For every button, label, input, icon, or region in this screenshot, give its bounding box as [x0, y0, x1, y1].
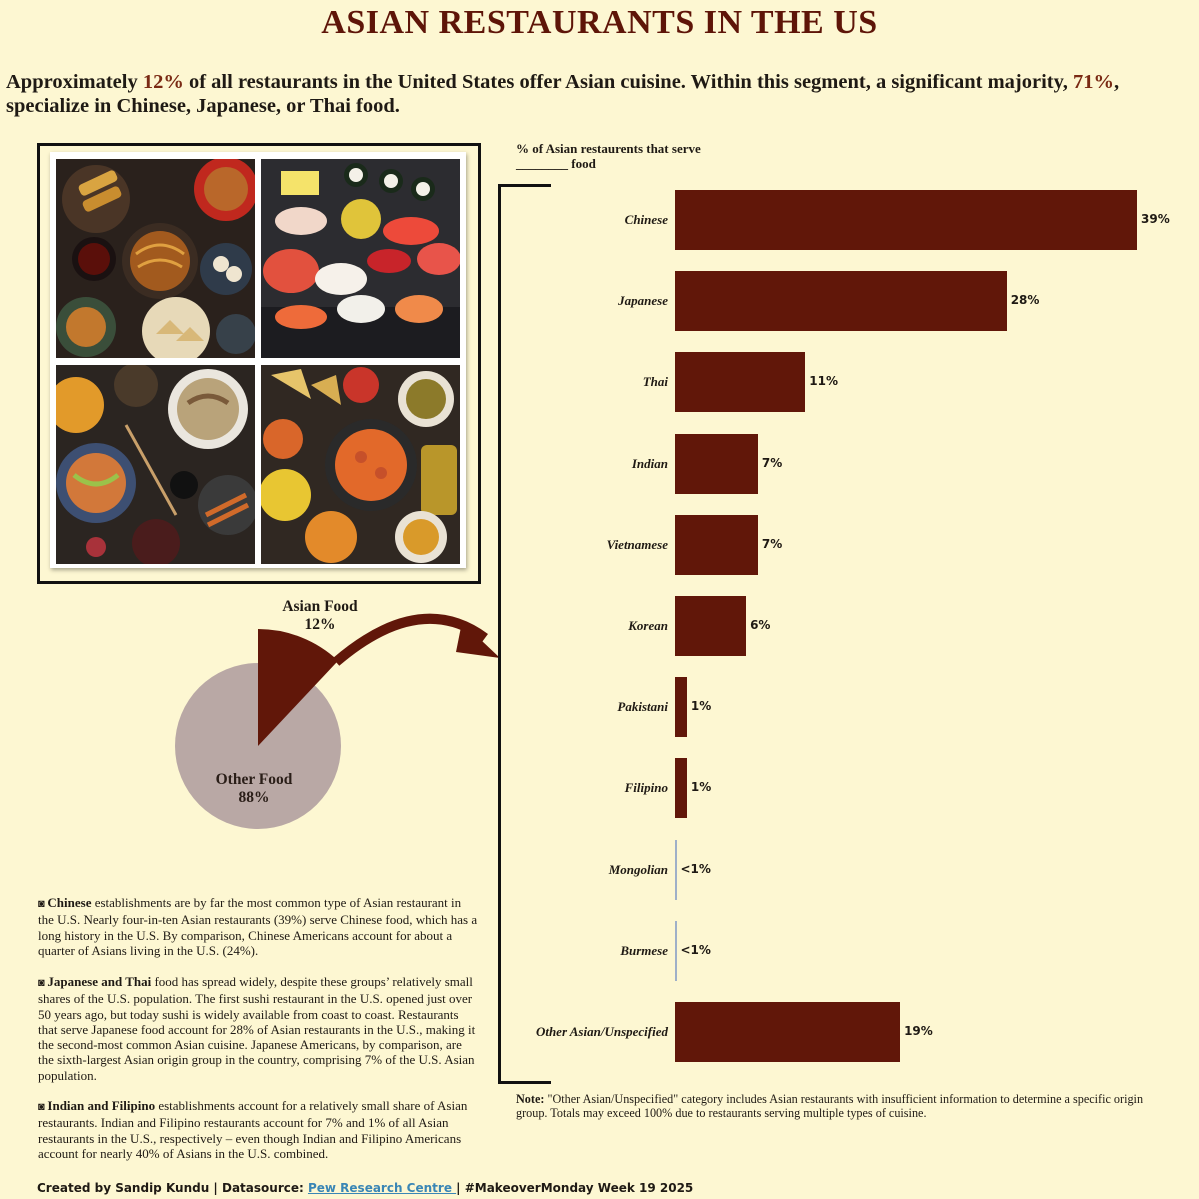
bar-japanese: [675, 271, 1007, 332]
bullet-icon: ◙: [38, 1101, 48, 1113]
paragraph-indian-filipino: ◙ Indian and Filipino establishments acc…: [38, 1098, 478, 1161]
bar-value-label: 7%: [761, 455, 783, 470]
note-text: "Other Asian/Unspecified" category inclu…: [516, 1092, 1144, 1120]
bar-vietnamese: [675, 514, 758, 575]
paragraph-chinese-bold: Chinese: [47, 895, 92, 910]
sushi-photo: [261, 159, 460, 358]
bar-value-label: 1%: [690, 780, 712, 795]
subtitle-part-1: Approximately: [6, 71, 143, 93]
photo-collage-inner: [50, 152, 466, 568]
food-photo-collage: [37, 143, 481, 584]
page-title: ASIAN RESTAURANTS IN THE US: [321, 4, 878, 41]
bullet-icon: ◙: [38, 977, 48, 989]
bar-value-label: 11%: [809, 374, 839, 389]
paragraph-indian-filipino-bold: Indian and Filipino: [47, 1098, 156, 1113]
bar-filipino: [675, 758, 687, 819]
bar-value-label: <1%: [680, 942, 711, 957]
datasource-link[interactable]: Pew Research Centre: [308, 1181, 456, 1195]
bar-other-asian-unspecified: [675, 1002, 901, 1062]
chinese-food-photo: [56, 159, 255, 358]
footer-rest: | #MakeoverMonday Week 19 2025: [456, 1181, 694, 1195]
paragraph-chinese: ◙ Chinese establishments are by far the …: [38, 895, 478, 958]
bar-value-label: 7%: [761, 536, 783, 551]
bar-value-label: 6%: [750, 618, 771, 632]
thai-vietnamese-food-photo: [56, 365, 255, 564]
pie-label-other-value: 88%: [238, 789, 270, 806]
subtitle: Approximately 12% of all restaurants in …: [6, 70, 1196, 118]
bar-indian: [675, 433, 758, 494]
bar-value-label: 39%: [1141, 212, 1170, 226]
paragraph-japanese-thai-text: food has spread widely, despite these gr…: [38, 974, 476, 1083]
bar-korean: [675, 596, 747, 656]
paragraph-japanese-thai-bold: Japanese and Thai: [47, 974, 152, 989]
indian-food-photo: [261, 365, 460, 564]
bar-chart-bracket: [498, 184, 551, 1084]
pie-label-asian-name: Asian Food: [282, 598, 358, 615]
pie-label-asian-value: 12%: [304, 616, 336, 633]
footer-created: Created by Sandip Kundu | Datasource:: [37, 1181, 308, 1195]
bar-mongolian: [675, 839, 677, 900]
bar-burmese: [675, 920, 677, 981]
pie-label-other-name: Other Food: [215, 771, 293, 788]
chart-note: Note: "Other Asian/Unspecified" category…: [516, 1092, 1176, 1120]
bar-value-label: 1%: [690, 699, 712, 714]
pie-label-other: Other Food 88%: [184, 771, 324, 807]
subtitle-highlight-12: 12%: [142, 71, 184, 93]
subtitle-part-2: of all restaurants in the United States …: [183, 71, 1073, 93]
bar-pakistani: [675, 677, 687, 738]
pie-chart-area: [175, 613, 500, 829]
bullet-icon: ◙: [38, 898, 48, 910]
subtitle-highlight-71: 71%: [1072, 71, 1114, 93]
bar-value-label: 19%: [904, 1024, 933, 1038]
paragraph-japanese-thai: ◙ Japanese and Thai food has spread wide…: [38, 974, 478, 1083]
note-label: Note:: [516, 1092, 545, 1106]
bar-thai: [675, 352, 806, 413]
bar-chinese: [675, 190, 1137, 250]
paragraph-chinese-text: establishments are by far the most commo…: [38, 895, 478, 958]
bar-value-label: <1%: [680, 861, 711, 876]
bar-value-label: 28%: [1010, 293, 1040, 308]
bar-chart-heading: % of Asian restaurents that serve ______…: [516, 141, 701, 171]
footer-credits: Created by Sandip Kundu | Datasource: Pe…: [37, 1181, 837, 1195]
pie-label-asian: Asian Food 12%: [250, 598, 390, 634]
